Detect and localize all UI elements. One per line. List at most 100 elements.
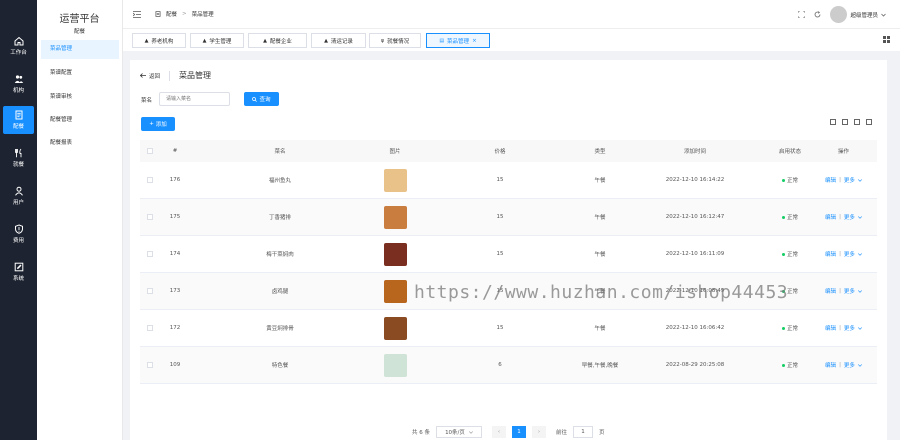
back-label: 返回 bbox=[149, 73, 161, 80]
user-menu[interactable]: 超级管理员 bbox=[830, 6, 886, 23]
row-checkbox[interactable] bbox=[140, 251, 160, 257]
tab-label: 学生管理 bbox=[209, 38, 232, 45]
tab-elderly-institution[interactable]: ▲ 养老机构 bbox=[132, 33, 186, 48]
cell-actions: 编辑 | 更多 bbox=[810, 324, 877, 332]
dish-thumbnail[interactable] bbox=[383, 242, 407, 266]
columns-icon[interactable] bbox=[866, 119, 872, 125]
submenu-item-catering-management[interactable]: 配餐管理 bbox=[41, 111, 119, 130]
submenu-item-menu-review[interactable]: 菜谱审核 bbox=[41, 88, 119, 107]
rail-item-label: 费用 bbox=[12, 238, 24, 244]
back-button[interactable]: 返回 bbox=[140, 72, 160, 80]
cell-type: 早餐,午餐,晚餐 bbox=[581, 363, 619, 369]
edit-link[interactable]: 编辑 bbox=[825, 361, 836, 369]
document-icon bbox=[15, 110, 22, 120]
row-checkbox[interactable] bbox=[140, 177, 160, 183]
cell-status: 正常 bbox=[770, 176, 810, 184]
submenu-item-dish-management[interactable]: 菜品管理 bbox=[41, 40, 119, 59]
prev-page-button[interactable]: ‹ bbox=[492, 426, 506, 438]
add-button[interactable]: + 添加 bbox=[141, 117, 175, 131]
tab-student-management[interactable]: ▲ 学生管理 bbox=[190, 33, 244, 48]
submenu-item-menu-config[interactable]: 菜谱配置 bbox=[41, 64, 119, 83]
rail-item-system[interactable]: 系统 bbox=[3, 258, 34, 286]
cell-id: 109 bbox=[169, 362, 181, 368]
cell-image bbox=[370, 279, 420, 303]
grid-icon[interactable] bbox=[883, 36, 890, 43]
edit-link[interactable]: 编辑 bbox=[825, 324, 836, 332]
page-number-current[interactable]: 1 bbox=[512, 426, 526, 438]
status-dot bbox=[781, 215, 785, 219]
edit-link[interactable]: 编辑 bbox=[825, 176, 836, 184]
dish-thumbnail[interactable] bbox=[383, 279, 407, 303]
tab-catering-enterprise[interactable]: ▲ 配餐企业 bbox=[248, 33, 307, 48]
tab-dining-status[interactable]: ψ 就餐情况 bbox=[369, 33, 421, 48]
avatar[interactable] bbox=[830, 6, 848, 23]
print-icon[interactable] bbox=[830, 119, 836, 125]
row-checkbox[interactable] bbox=[140, 362, 160, 368]
dish-thumbnail[interactable] bbox=[383, 168, 407, 192]
brand-title: 运营平台 bbox=[59, 14, 100, 25]
more-link[interactable]: 更多 bbox=[844, 361, 855, 369]
column-header: 启用状态 bbox=[778, 149, 801, 155]
rail-item-catering[interactable]: 配餐 bbox=[3, 106, 34, 134]
tab-close-icon[interactable]: × bbox=[472, 38, 477, 44]
rail-item-label: 配餐 bbox=[12, 124, 24, 130]
tab-dish-management[interactable]: ▤ 菜品管理 × bbox=[426, 33, 490, 48]
home-icon bbox=[14, 36, 23, 46]
more-link[interactable]: 更多 bbox=[844, 287, 855, 295]
table-row: 174 梅干菜焖肉 15 午餐 2022-12-10 16:11:09 正常 编辑 | 更多 bbox=[140, 236, 877, 273]
more-link[interactable]: 更多 bbox=[844, 324, 855, 332]
goto-input[interactable]: 1 bbox=[573, 426, 594, 438]
brand-subtitle: 配餐 bbox=[73, 29, 85, 35]
cell-price: 15 bbox=[496, 251, 504, 257]
users-icon bbox=[14, 75, 23, 83]
column-header: # bbox=[172, 148, 178, 154]
dish-thumbnail[interactable] bbox=[383, 353, 407, 377]
next-page-button[interactable]: › bbox=[532, 426, 546, 438]
more-link[interactable]: 更多 bbox=[844, 250, 855, 258]
edit-link[interactable]: 编辑 bbox=[825, 250, 836, 258]
cell-actions: 编辑 | 更多 bbox=[810, 361, 877, 369]
status-dot bbox=[781, 326, 785, 330]
top-bar: 配餐 > 菜品管理 超级管理员 bbox=[123, 0, 900, 29]
breadcrumb-item[interactable]: 配餐 bbox=[166, 10, 177, 18]
rail-item-workbench[interactable]: 工作台 bbox=[3, 32, 34, 60]
fullscreen-icon[interactable] bbox=[854, 119, 860, 125]
menu-fold-icon[interactable] bbox=[133, 10, 141, 18]
submenu-item-catering-report[interactable]: 配餐报表 bbox=[41, 134, 119, 153]
rail-item-user[interactable]: 用户 bbox=[3, 182, 34, 210]
cell-time: 2022-12-10 16:11:09 bbox=[665, 251, 725, 257]
dish-thumbnail[interactable] bbox=[383, 316, 407, 340]
cell-actions: 编辑 | 更多 bbox=[810, 250, 877, 258]
more-link[interactable]: 更多 bbox=[844, 176, 855, 184]
edit-link[interactable]: 编辑 bbox=[825, 287, 836, 295]
query-button[interactable]: 查询 bbox=[244, 92, 279, 106]
chevron-down-icon bbox=[858, 178, 862, 182]
refresh-icon[interactable] bbox=[814, 11, 821, 18]
more-link[interactable]: 更多 bbox=[844, 213, 855, 221]
export-icon[interactable] bbox=[842, 119, 848, 125]
action-separator: | bbox=[839, 177, 841, 183]
user-icon bbox=[14, 186, 23, 196]
status-text: 正常 bbox=[786, 215, 798, 221]
cell-type: 午餐 bbox=[594, 215, 606, 221]
rail-item-institution[interactable]: 机构 bbox=[3, 70, 34, 98]
row-checkbox[interactable] bbox=[140, 288, 160, 294]
rail-item-label: 就餐 bbox=[12, 162, 24, 168]
fullscreen-icon[interactable] bbox=[798, 11, 806, 18]
row-checkbox[interactable] bbox=[140, 325, 160, 331]
breadcrumb-separator: > bbox=[182, 11, 187, 17]
action-separator: | bbox=[839, 214, 841, 220]
page-size-select[interactable]: 10条/页 bbox=[436, 426, 482, 438]
search-input[interactable] bbox=[159, 92, 230, 106]
cell-time: 2022-08-29 20:25:08 bbox=[665, 362, 725, 368]
edit-link[interactable]: 编辑 bbox=[825, 213, 836, 221]
column-header: 价格 bbox=[494, 149, 506, 155]
cell-status: 正常 bbox=[770, 213, 810, 221]
row-checkbox[interactable] bbox=[140, 214, 160, 220]
select-all-checkbox[interactable] bbox=[140, 148, 160, 154]
rail-item-fee[interactable]: 费用 bbox=[3, 220, 34, 248]
dish-thumbnail[interactable] bbox=[383, 205, 407, 229]
rail-item-dining[interactable]: 就餐 bbox=[3, 144, 34, 172]
tab-cleaning-record[interactable]: ▲ 清运记录 bbox=[311, 33, 366, 48]
status-text: 正常 bbox=[786, 178, 798, 184]
